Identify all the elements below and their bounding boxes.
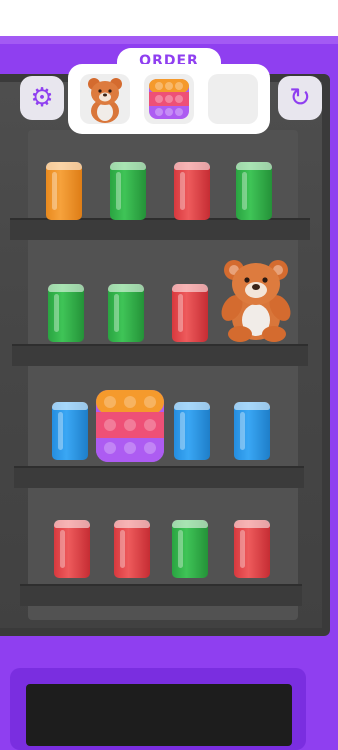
green-can[interactable] (172, 520, 208, 578)
red-can[interactable] (114, 520, 150, 578)
shelf-3 (14, 466, 304, 488)
settings-button[interactable]: ⚙ (20, 76, 64, 120)
pop-it-fidget[interactable] (94, 388, 166, 464)
orange-can[interactable] (46, 162, 82, 220)
red-can[interactable] (174, 162, 210, 220)
machine-top-trim (0, 36, 338, 44)
teddy-bear-order-icon (88, 78, 122, 123)
gear-icon: ⚙ (30, 83, 54, 113)
blue-can[interactable] (234, 402, 270, 460)
teddy-bear[interactable] (214, 256, 298, 342)
dispenser-slot (26, 684, 292, 746)
blue-can[interactable] (52, 402, 88, 460)
green-can[interactable] (108, 284, 144, 342)
pop-it-order-icon (149, 79, 189, 119)
red-can[interactable] (172, 284, 208, 342)
shelf-4 (20, 584, 302, 606)
order-slot-3-empty (208, 74, 258, 124)
green-can[interactable] (48, 284, 84, 342)
red-can[interactable] (234, 520, 270, 578)
blue-can[interactable] (174, 402, 210, 460)
green-can[interactable] (236, 162, 272, 220)
restart-icon: ↻ (289, 83, 311, 113)
red-can[interactable] (54, 520, 90, 578)
shelf-2 (12, 344, 308, 366)
order-slot-1 (80, 74, 130, 124)
green-can[interactable] (110, 162, 146, 220)
shelf-1 (10, 218, 310, 240)
restart-button[interactable]: ↻ (278, 76, 322, 120)
order-slot-2 (144, 74, 194, 124)
